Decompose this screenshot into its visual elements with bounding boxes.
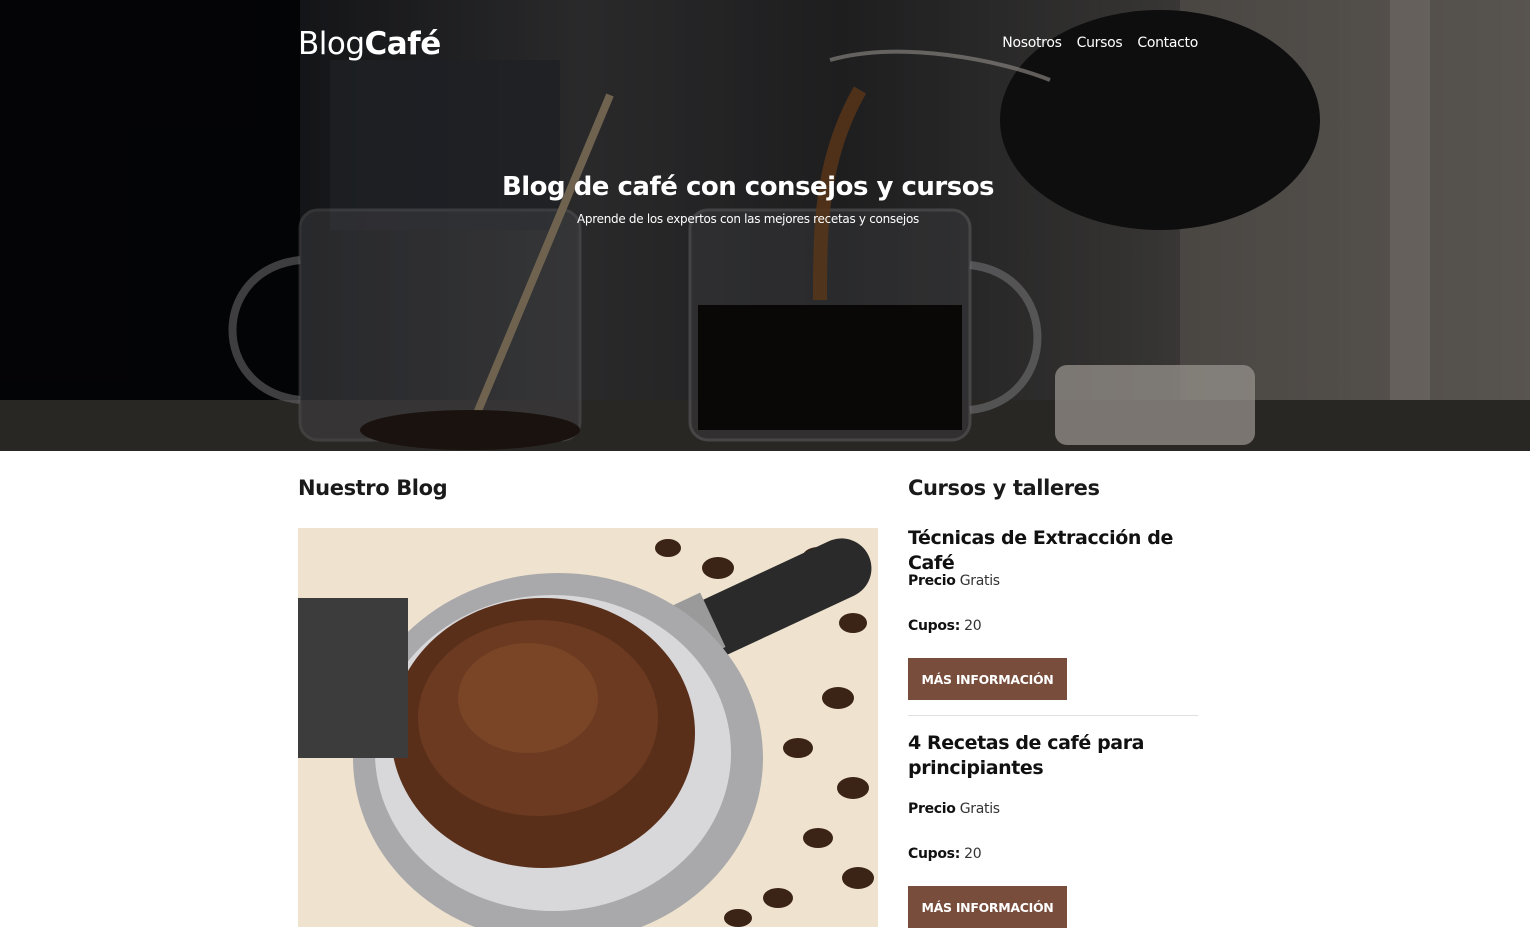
nav-link-contacto[interactable]: Contacto (1137, 35, 1198, 51)
hero-header: BlogCafé Nosotros Cursos Contacto Blog d… (0, 0, 1530, 451)
course-divider (908, 715, 1198, 716)
courses-section-title: Cursos y talleres (908, 476, 1100, 500)
more-info-button[interactable]: MÁS INFORMACIÓN (908, 886, 1067, 928)
blog-section-title: Nuestro Blog (298, 476, 448, 500)
main-nav: Nosotros Cursos Contacto (1002, 35, 1198, 51)
course-price: Precio Gratis (908, 573, 1000, 589)
nav-link-nosotros[interactable]: Nosotros (1002, 35, 1062, 51)
site-logo[interactable]: BlogCafé (298, 26, 441, 68)
course-slots: Cupos: 20 (908, 618, 982, 634)
hero-title: Blog de café con consejos y cursos (501, 172, 995, 202)
blog-entry-image[interactable] (298, 528, 878, 927)
more-info-button[interactable]: MÁS INFORMACIÓN (908, 658, 1067, 700)
course-price: Precio Gratis (908, 801, 1000, 817)
course-card: Técnicas de Extracción de Café Precio Gr… (908, 526, 1198, 700)
course-title: 4 Recetas de café para principiantes (908, 732, 1145, 779)
nav-link-cursos[interactable]: Cursos (1077, 35, 1123, 51)
hero-subtitle: Aprende de los expertos con las mejores … (577, 212, 919, 226)
course-title: Técnicas de Extracción de Café (908, 527, 1173, 574)
course-card: 4 Recetas de café para principiantes Pre… (908, 731, 1198, 928)
course-slots: Cupos: 20 (908, 846, 982, 862)
